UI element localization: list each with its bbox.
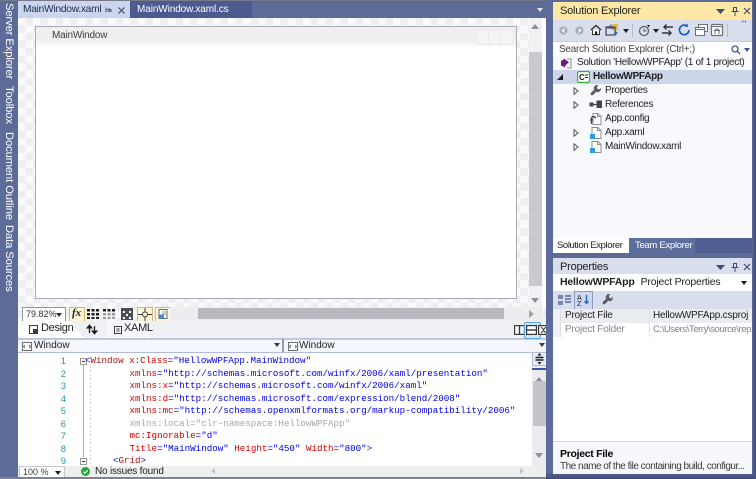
- svg-text:Z: Z: [577, 301, 582, 306]
- svg-text:C: C: [579, 73, 585, 82]
